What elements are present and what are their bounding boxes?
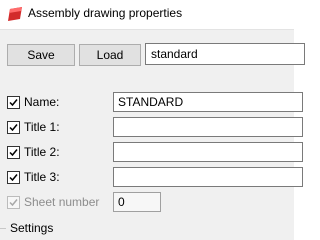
title1-label: Title 1: xyxy=(24,120,60,134)
checkmark-icon xyxy=(9,149,18,157)
title3-checkbox[interactable] xyxy=(7,171,20,184)
title2-checkbox[interactable] xyxy=(7,146,20,159)
properties-form: Name: STANDARD Title 1: Title 2: Title 3… xyxy=(0,80,303,240)
checkmark-icon xyxy=(9,99,18,107)
sheet-number-label: Sheet number xyxy=(24,195,100,209)
title1-field[interactable] xyxy=(113,117,303,137)
checkmark-icon xyxy=(9,199,18,207)
app-logo-icon xyxy=(8,7,22,21)
preset-name-input[interactable]: standard xyxy=(145,43,305,65)
load-button[interactable]: Load xyxy=(79,44,141,66)
title2-field[interactable] xyxy=(113,142,303,162)
sheet-number-checkbox[interactable] xyxy=(7,196,20,209)
checkmark-icon xyxy=(9,124,18,132)
title2-label: Title 2: xyxy=(24,145,60,159)
title1-checkbox[interactable] xyxy=(7,121,20,134)
checkmark-icon xyxy=(9,174,18,182)
settings-group-label: Settings xyxy=(10,221,54,235)
title3-label: Title 3: xyxy=(24,170,60,184)
title3-field[interactable] xyxy=(113,167,303,187)
window-title: Assembly drawing properties xyxy=(28,6,183,20)
name-checkbox[interactable] xyxy=(7,96,20,109)
settings-group-border xyxy=(0,228,6,229)
title-bar: Assembly drawing properties xyxy=(0,0,294,28)
name-label: Name: xyxy=(24,95,60,109)
save-button[interactable]: Save xyxy=(7,44,75,66)
sheet-number-field[interactable]: 0 xyxy=(113,192,161,212)
preset-toolbar: Save Load standard xyxy=(0,29,305,80)
name-field[interactable]: STANDARD xyxy=(113,92,303,112)
